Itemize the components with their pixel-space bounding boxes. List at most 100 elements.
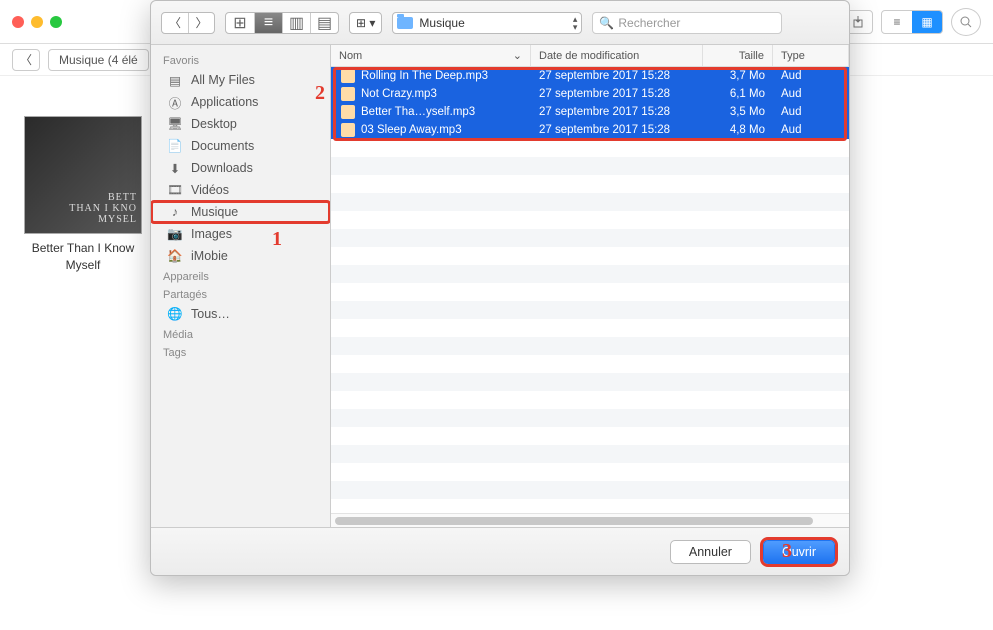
sidebar-section-favorites: Favoris: [151, 51, 330, 69]
sidebar-item-applications[interactable]: Ⓐ Applications: [151, 91, 330, 113]
album-caption: Better Than I Know Myself: [24, 240, 142, 274]
bg-search-button[interactable]: [951, 8, 981, 36]
sidebar-item-label: Desktop: [191, 117, 237, 131]
sidebar-item-downloads[interactable]: ⬇ Downloads: [151, 157, 330, 179]
list-view-icon[interactable]: ≡: [882, 11, 912, 33]
file-date: 27 septembre 2017 15:28: [531, 106, 703, 118]
music-icon: ♪: [167, 204, 183, 220]
file-size: 3,5 Mo: [703, 106, 773, 118]
back-button[interactable]: 〈: [12, 49, 40, 71]
grid-view-icon[interactable]: ▦: [912, 11, 942, 33]
callout-2: 2: [315, 82, 325, 105]
nav-back-icon[interactable]: 〈: [162, 13, 188, 33]
scrollbar-thumb[interactable]: [335, 517, 813, 525]
album-item[interactable]: Better Than I Know Myself: [24, 116, 142, 274]
search-input[interactable]: 🔍 Rechercher: [592, 12, 782, 34]
sidebar-item-label: Vidéos: [191, 183, 229, 197]
network-icon: 🌐: [167, 306, 183, 322]
all-files-icon: ▤: [167, 72, 183, 88]
sidebar-item-label: Images: [191, 227, 232, 241]
file-name: Not Crazy.mp3: [361, 88, 437, 100]
arrange-dropdown[interactable]: ⊞ ▾: [349, 12, 382, 34]
column-view-icon[interactable]: ▥: [282, 13, 310, 33]
nav-forward-icon[interactable]: 〉: [188, 13, 214, 33]
col-kind[interactable]: Type: [773, 45, 849, 66]
file-kind: Aud: [773, 88, 849, 100]
bg-view-toggle[interactable]: ≡ ▦: [881, 10, 943, 34]
column-headers[interactable]: Nom⌄ Date de modification Taille Type: [331, 45, 849, 67]
folder-popup[interactable]: Musique ▴▾: [392, 12, 582, 34]
file-icon: [341, 87, 355, 101]
file-size: 4,8 Mo: [703, 124, 773, 136]
folder-popup-label: Musique: [419, 16, 566, 30]
desktop-icon: 🖥: [167, 116, 183, 132]
home-icon: 🏠: [167, 248, 183, 264]
sidebar-item-label: Documents: [191, 139, 254, 153]
arrange-icon: ⊞ ▾: [350, 16, 381, 30]
table-row[interactable]: Rolling In The Deep.mp3 27 septembre 2017…: [331, 67, 849, 85]
file-kind: Aud: [773, 70, 849, 82]
dialog-footer: Annuler Ouvrir: [151, 527, 849, 575]
file-date: 27 septembre 2017 15:28: [531, 70, 703, 82]
sidebar-item-label: Applications: [191, 95, 258, 109]
sidebar-section-media: Média: [151, 325, 330, 343]
breadcrumb[interactable]: Musique (4 élé: [48, 49, 149, 71]
search-icon: [959, 15, 973, 29]
coverflow-view-icon[interactable]: ▤: [310, 13, 338, 33]
icon-view-icon[interactable]: ⊞: [226, 13, 254, 33]
videos-icon: 🎞: [167, 182, 183, 198]
sidebar-item-images[interactable]: 📷 Images: [151, 223, 330, 245]
list-view-icon[interactable]: ≡: [254, 13, 282, 33]
sidebar-item-label: Musique: [191, 205, 238, 219]
zoom-window-icon[interactable]: [50, 16, 62, 28]
sidebar-section-devices: Appareils: [151, 267, 330, 285]
album-art: [24, 116, 142, 234]
horizontal-scrollbar[interactable]: [331, 513, 849, 527]
sidebar-item-videos[interactable]: 🎞 Vidéos: [151, 179, 330, 201]
file-size: 6,1 Mo: [703, 88, 773, 100]
sidebar-section-shared: Partagés: [151, 285, 330, 303]
updown-icon: ▴▾: [573, 15, 578, 31]
sidebar-item-label: Tous…: [191, 307, 230, 321]
view-mode-segment[interactable]: ⊞ ≡ ▥ ▤: [225, 12, 339, 34]
callout-1: 1: [272, 228, 282, 251]
sidebar-item-shared-all[interactable]: 🌐 Tous…: [151, 303, 330, 325]
sort-indicator-icon: ⌄: [513, 49, 522, 62]
file-name: 03 Sleep Away.mp3: [361, 124, 462, 136]
table-row[interactable]: 03 Sleep Away.mp3 27 septembre 2017 15:28…: [331, 121, 849, 139]
col-size[interactable]: Taille: [703, 45, 773, 66]
sidebar-item-label: Downloads: [191, 161, 253, 175]
sidebar-item-label: iMobie: [191, 249, 228, 263]
file-list[interactable]: Rolling In The Deep.mp3 27 septembre 2017…: [331, 67, 849, 513]
sidebar-section-tags: Tags: [151, 343, 330, 361]
cancel-button[interactable]: Annuler: [670, 540, 751, 564]
file-size: 3,7 Mo: [703, 70, 773, 82]
file-name: Rolling In The Deep.mp3: [361, 70, 488, 82]
file-name: Better Tha…yself.mp3: [361, 106, 475, 118]
open-button[interactable]: Ouvrir: [763, 540, 835, 564]
file-icon: [341, 105, 355, 119]
sidebar: Favoris ▤ All My Files Ⓐ Applications 🖥 …: [151, 45, 331, 527]
col-date[interactable]: Date de modification: [531, 45, 703, 66]
file-icon: [341, 69, 355, 83]
col-name[interactable]: Nom⌄: [331, 45, 531, 66]
table-row[interactable]: Not Crazy.mp327 septembre 2017 15:286,1 …: [331, 85, 849, 103]
sidebar-item-documents[interactable]: 📄 Documents: [151, 135, 330, 157]
folder-icon: [397, 17, 413, 29]
sidebar-item-imobie[interactable]: 🏠 iMobie: [151, 245, 330, 267]
nav-backforward[interactable]: 〈 〉: [161, 12, 215, 34]
file-date: 27 septembre 2017 15:28: [531, 124, 703, 136]
callout-3: 3: [782, 540, 792, 563]
applications-icon: Ⓐ: [167, 94, 183, 110]
sidebar-item-music[interactable]: ♪ Musique: [151, 201, 330, 223]
sidebar-item-all-my-files[interactable]: ▤ All My Files: [151, 69, 330, 91]
downloads-icon: ⬇: [167, 160, 183, 176]
file-pane: Nom⌄ Date de modification Taille Type Ro…: [331, 45, 849, 527]
sidebar-item-desktop[interactable]: 🖥 Desktop: [151, 113, 330, 135]
table-row[interactable]: Better Tha…yself.mp3 27 septembre 2017 15…: [331, 103, 849, 121]
traffic-lights[interactable]: [12, 16, 62, 28]
search-icon: 🔍: [599, 16, 614, 30]
dialog-toolbar: 〈 〉 ⊞ ≡ ▥ ▤ ⊞ ▾ Musique ▴▾ 🔍 Rechercher: [151, 1, 849, 45]
minimize-window-icon[interactable]: [31, 16, 43, 28]
close-window-icon[interactable]: [12, 16, 24, 28]
